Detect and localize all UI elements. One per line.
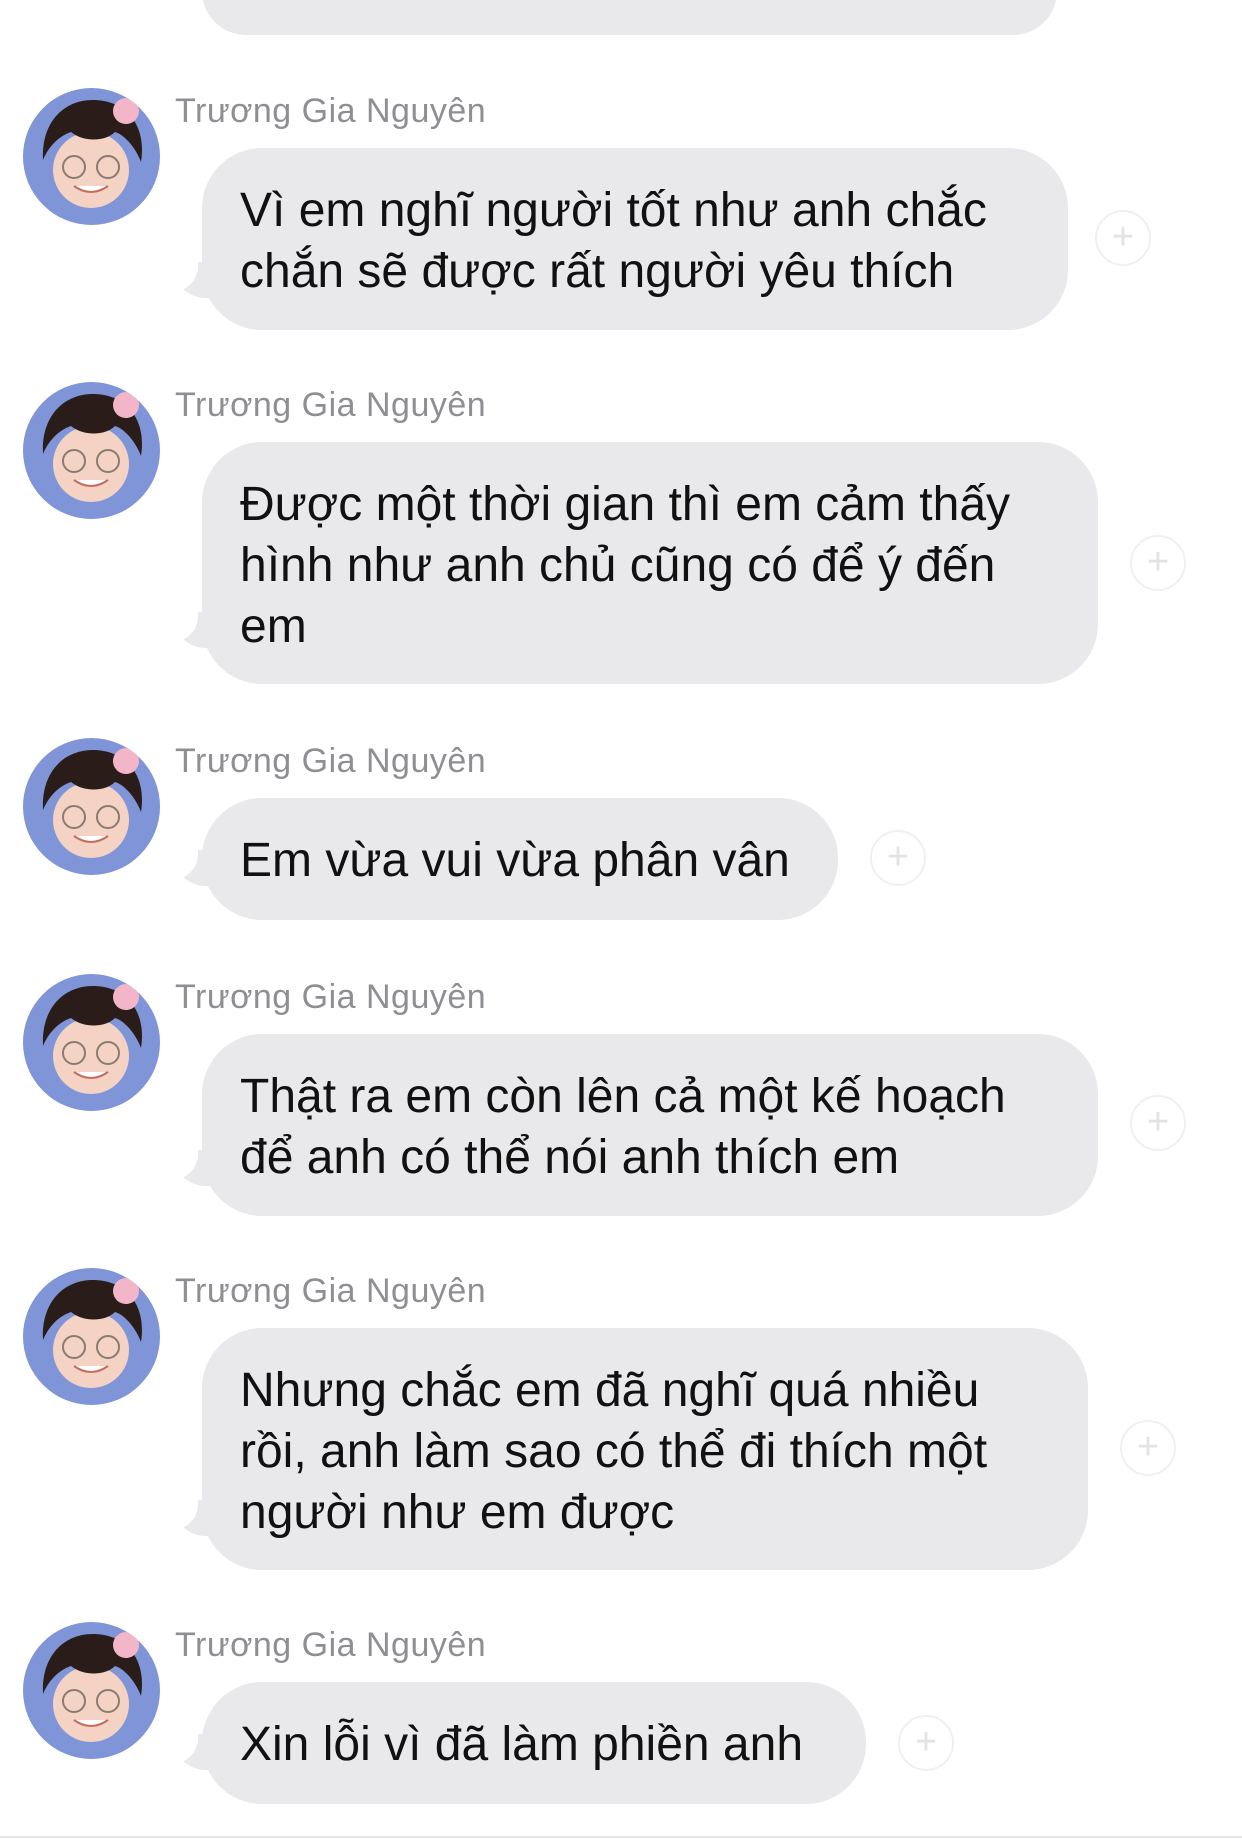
message-bubble[interactable]: Thật ra em còn lên cả một kế hoạch để an… [202,1034,1098,1216]
avatar[interactable] [23,88,160,225]
avatar-photo [42,748,142,858]
sender-name: Trương Gia Nguyên [175,742,487,780]
add-reaction-icon[interactable]: + [870,830,926,886]
sender-name: Trương Gia Nguyên [175,1272,487,1310]
avatar-photo [42,98,142,208]
add-reaction-icon[interactable]: + [1120,1420,1176,1476]
avatar[interactable] [23,738,160,875]
message-bubble[interactable]: Xin lỗi vì đã làm phiền anh [202,1682,866,1804]
avatar-photo [42,984,142,1094]
message-bubble[interactable]: Nhưng chắc em đã nghĩ quá nhiều rồi, anh… [202,1328,1088,1570]
avatar[interactable] [23,1268,160,1405]
avatar-photo [42,1278,142,1388]
add-reaction-icon[interactable]: + [1095,210,1151,266]
message-bubble[interactable]: Em vừa vui vừa phân vân [202,798,838,920]
avatar-photo [42,1632,142,1742]
message-bubble[interactable]: Vì em nghĩ người tốt như anh chắc chắn s… [202,148,1068,330]
sender-name: Trương Gia Nguyên [175,1626,487,1664]
avatar-photo [42,392,142,502]
add-reaction-icon[interactable]: + [1130,535,1186,591]
message-bubble[interactable]: Được một thời gian thì em cảm thấy hình … [202,442,1098,684]
add-reaction-icon[interactable]: + [898,1715,954,1771]
previous-message-bubble[interactable] [202,0,1057,35]
sender-name: Trương Gia Nguyên [175,978,487,1016]
avatar[interactable] [23,1622,160,1759]
add-reaction-icon[interactable]: + [1130,1095,1186,1151]
avatar[interactable] [23,974,160,1111]
divider [0,1836,1242,1838]
sender-name: Trương Gia Nguyên [175,92,487,130]
sender-name: Trương Gia Nguyên [175,386,487,424]
avatar[interactable] [23,382,160,519]
